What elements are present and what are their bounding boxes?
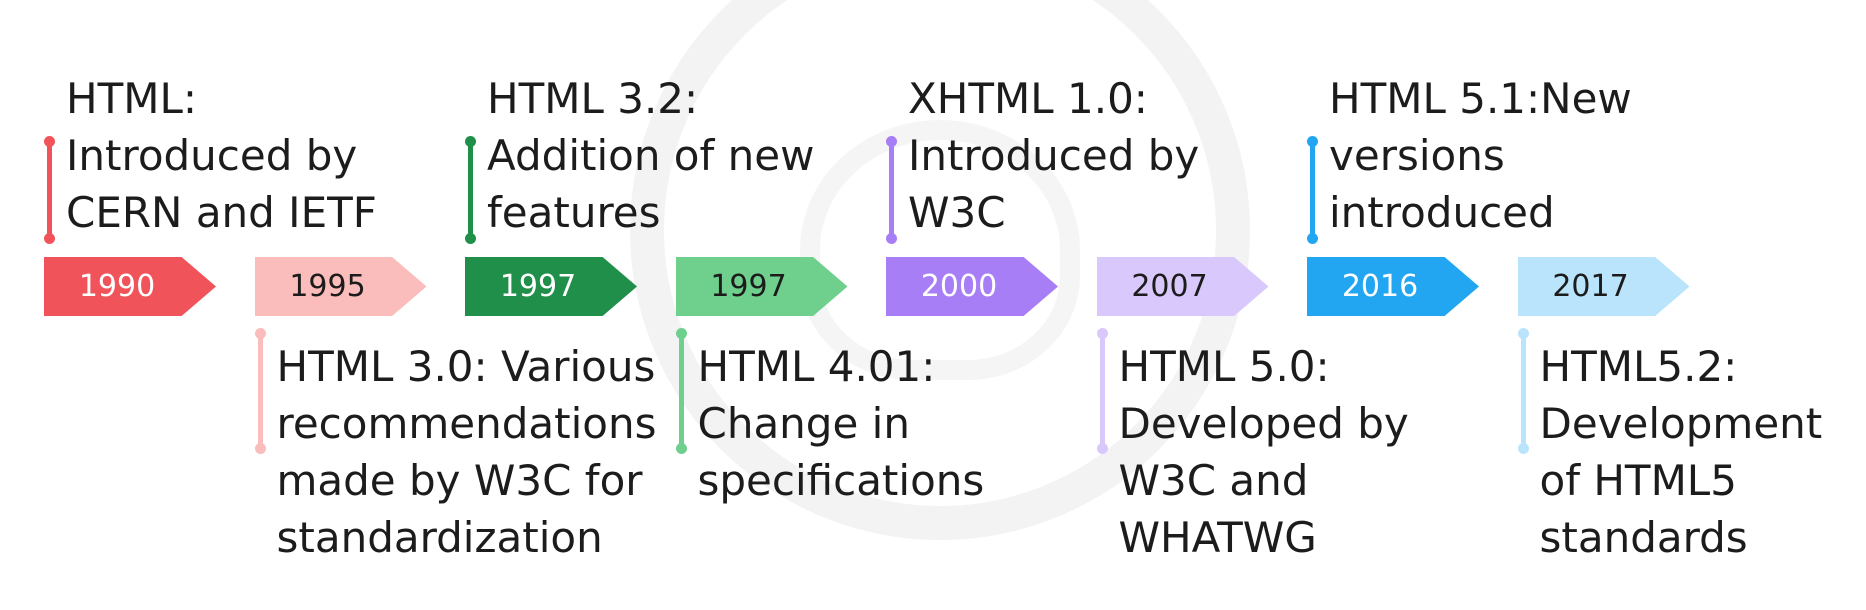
milestone-line: standardization [276, 513, 603, 562]
year-tag-8: 2017 [1517, 257, 1690, 316]
year-tag-6: 2007 [1096, 257, 1269, 316]
milestone-marker-2 [254, 328, 266, 454]
milestone-line: of HTML5 [1539, 456, 1737, 505]
milestone-line: HTML 4.01: [697, 342, 936, 391]
milestone-line: HTML 3.2: [487, 74, 699, 123]
milestone-line: HTML 5.1:New [1329, 74, 1632, 123]
year-tag-5: 2000 [886, 257, 1058, 316]
milestone-line: HTML 3.0: Various [276, 342, 656, 391]
year-tag-2: 1995 [254, 257, 427, 316]
milestone-line: W3C and [1118, 456, 1309, 505]
milestone-marker-5 [886, 136, 897, 244]
milestone-marker-7 [1307, 136, 1318, 244]
milestone-label-4: HTML 4.01: Change in specifications [698, 338, 1128, 509]
milestone-line: introduced [1329, 188, 1555, 237]
milestone-label-2: HTML 3.0: Various recommendations made by … [277, 338, 707, 566]
year-tag-4: 1997 [675, 257, 848, 316]
milestone-marker-1 [44, 136, 55, 244]
milestone-marker-4 [675, 328, 687, 454]
milestone-line: standards [1539, 513, 1748, 562]
milestone-label-7: HTML 5.1:New versions introduced [1329, 70, 1759, 241]
milestone-line: features [487, 188, 661, 237]
milestone-label-3: HTML 3.2: Addition of new features [487, 70, 917, 241]
milestone-marker-3 [465, 136, 476, 244]
milestone-line: versions [1329, 131, 1505, 180]
milestone-line: CERN and IETF [66, 188, 377, 237]
milestone-line: XHTML 1.0: [908, 74, 1148, 123]
milestone-line: Addition of new [487, 131, 815, 180]
milestone-marker-8 [1517, 328, 1529, 454]
milestone-line: Development [1539, 399, 1823, 448]
milestone-label-8: HTML5.2: Development of HTML5 standards [1540, 338, 1866, 566]
milestone-line: specifications [697, 456, 985, 505]
milestone-line: W3C [908, 188, 1006, 237]
milestone-label-6: HTML 5.0: Developed by W3C and WHATWG [1119, 338, 1549, 566]
year-tag-3: 1997 [465, 257, 637, 316]
milestone-line: Introduced by [66, 131, 358, 180]
milestone-line: HTML: [66, 74, 198, 123]
milestone-line: HTML5.2: [1539, 342, 1738, 391]
year-tag-1: 1990 [44, 257, 216, 316]
milestone-line: HTML 5.0: [1118, 342, 1330, 391]
milestone-label-1: HTML: Introduced by CERN and IETF [66, 70, 496, 241]
milestone-line: Change in [697, 399, 910, 448]
milestone-line: Introduced by [908, 131, 1200, 180]
milestone-line: recommendations [276, 399, 657, 448]
year-tag-7: 2016 [1307, 257, 1479, 316]
milestone-marker-6 [1096, 328, 1108, 454]
milestone-label-5: XHTML 1.0: Introduced by W3C [908, 70, 1338, 241]
milestone-line: WHATWG [1118, 513, 1317, 562]
milestone-line: Developed by [1118, 399, 1409, 448]
milestone-line: made by W3C for [276, 456, 643, 505]
